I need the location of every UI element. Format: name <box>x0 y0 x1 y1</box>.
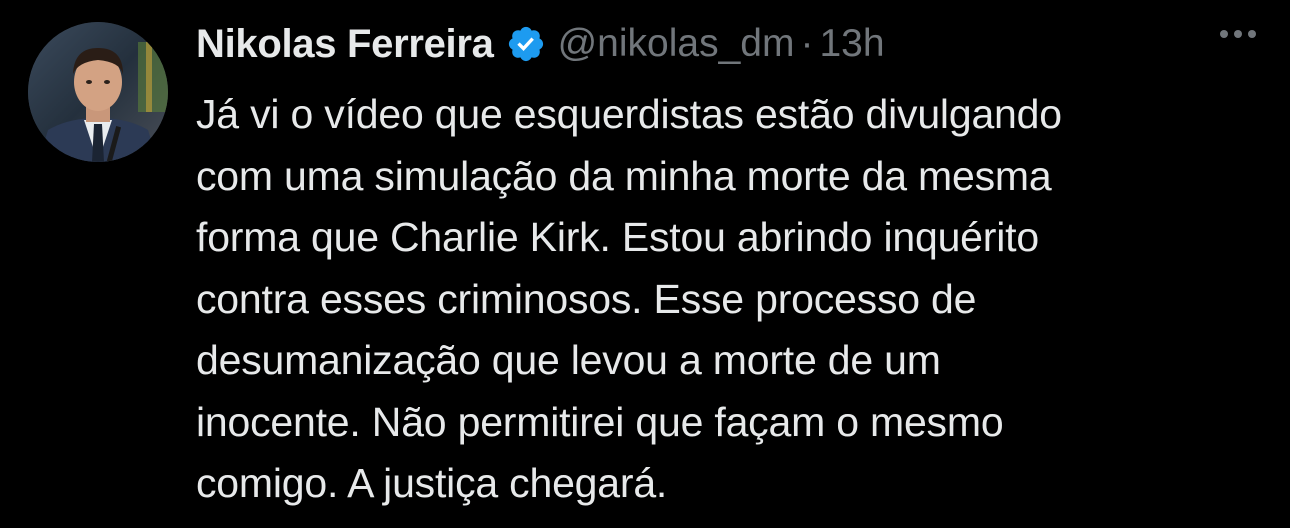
tweet[interactable]: Nikolas Ferreira @nikolas_dm · 13h Já vi… <box>0 0 1290 528</box>
tweet-text-line: Já vi o vídeo que esquerdistas estão div… <box>196 91 1062 137</box>
tweet-text-line: inocente. Não permitirei que façam o mes… <box>196 398 1004 445</box>
tweet-text-line: comigo. A justiça chegará. <box>196 460 668 506</box>
more-dot <box>1220 30 1228 38</box>
tweet-text-line: desumanização que levou a morte de um <box>196 337 941 383</box>
author-handle[interactable]: @nikolas_dm <box>558 22 795 66</box>
separator-dot: · <box>800 22 814 65</box>
more-dot <box>1234 30 1242 38</box>
verified-badge-icon <box>506 24 546 64</box>
author-name[interactable]: Nikolas Ferreira <box>196 22 494 67</box>
avatar[interactable] <box>28 22 168 162</box>
tweet-header: Nikolas Ferreira @nikolas_dm · 13h <box>196 16 885 72</box>
timestamp[interactable]: 13h <box>819 22 884 66</box>
tweet-text-line: forma que Charlie Kirk. Estou abrindo in… <box>196 214 1039 260</box>
tweet-text: Já vi o vídeo que esquerdistas estão div… <box>196 84 1256 515</box>
tweet-text-line: com uma simulação da minha morte da mesm… <box>196 152 1052 199</box>
avatar-photo <box>28 22 168 162</box>
more-options-icon[interactable] <box>1220 30 1256 38</box>
tweet-text-line: contra esses criminosos. Esse processo d… <box>196 275 977 322</box>
more-dot <box>1248 30 1256 38</box>
